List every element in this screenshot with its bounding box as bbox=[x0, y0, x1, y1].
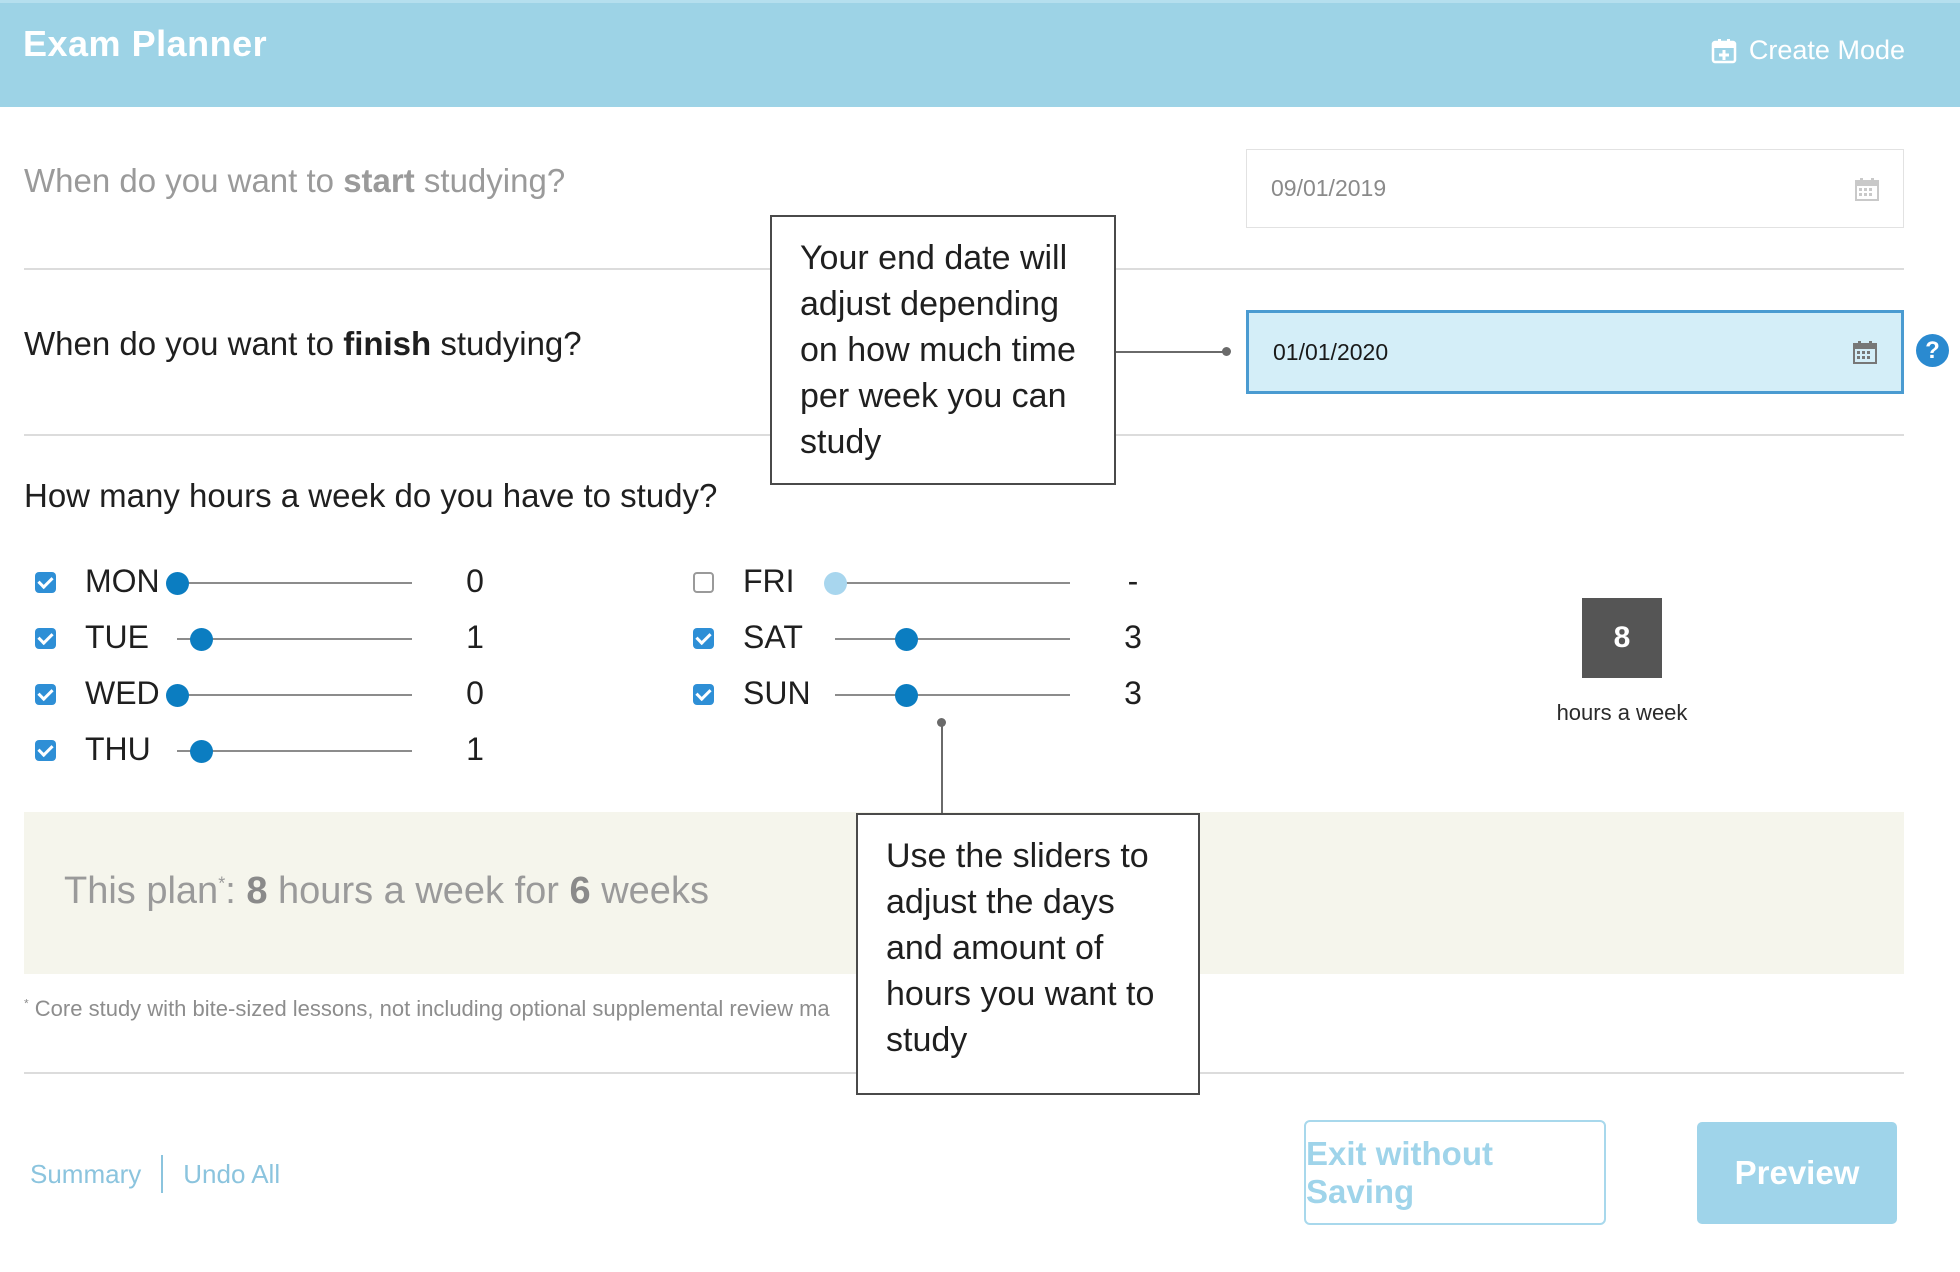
slider-track-mon[interactable] bbox=[177, 582, 412, 584]
sliders-callout: Use the sliders to adjust the days and a… bbox=[856, 813, 1200, 1095]
start-question: When do you want to start studying? bbox=[24, 162, 565, 200]
slider-track-sat[interactable] bbox=[835, 638, 1070, 640]
day-checkbox-mon[interactable] bbox=[35, 572, 56, 593]
callout-connector-line bbox=[941, 723, 943, 814]
slider-thumb-mon[interactable] bbox=[166, 572, 189, 595]
hours-question: How many hours a week do you have to stu… bbox=[24, 477, 718, 514]
day-hours-tue: 1 bbox=[466, 619, 484, 655]
callout-connector-dot bbox=[937, 718, 946, 727]
create-mode-label: Create Mode bbox=[1748, 35, 1905, 65]
footnote-text: Core study with bite-sized lessons, not … bbox=[34, 996, 830, 1021]
slider-track-sun[interactable] bbox=[835, 694, 1070, 696]
app-header: Exam Planner Create Mode bbox=[0, 0, 1960, 107]
day-row-sat: SAT 3 bbox=[693, 617, 1153, 661]
calendar-plus-icon bbox=[1711, 38, 1737, 63]
finish-question-keyword: finish bbox=[343, 325, 432, 362]
slider-thumb-sun[interactable] bbox=[894, 684, 918, 707]
day-hours-mon: 0 bbox=[466, 563, 484, 599]
day-hours-fri: - bbox=[1127, 563, 1139, 599]
finish-date-input[interactable] bbox=[1273, 338, 1793, 366]
finish-question-suffix: studying? bbox=[431, 325, 582, 362]
calendar-icon[interactable] bbox=[1853, 340, 1877, 364]
plan-middle: hours a week for bbox=[267, 870, 570, 912]
plan-colon: : bbox=[225, 870, 247, 912]
end-date-callout: Your end date will adjust depending on h… bbox=[770, 215, 1116, 485]
exit-without-saving-button[interactable]: Exit without Saving bbox=[1304, 1120, 1606, 1225]
slider-thumb-wed[interactable] bbox=[166, 684, 189, 707]
day-label-fri: FRI bbox=[743, 563, 795, 599]
day-row-tue: TUE 1 bbox=[35, 617, 495, 661]
slider-track-wed[interactable] bbox=[177, 694, 412, 696]
callout-connector-line bbox=[1116, 351, 1227, 353]
start-question-keyword: start bbox=[343, 162, 415, 199]
create-mode-toggle[interactable]: Create Mode bbox=[1711, 35, 1905, 66]
slider-thumb-sat[interactable] bbox=[894, 628, 918, 651]
weekly-total-value: 8 bbox=[1582, 598, 1662, 678]
plan-prefix: This plan bbox=[64, 870, 219, 912]
calendar-icon[interactable] bbox=[1855, 177, 1879, 201]
start-date-field[interactable] bbox=[1246, 149, 1904, 228]
plan-hours: 8 bbox=[246, 870, 268, 912]
day-row-thu: THU 1 bbox=[35, 729, 495, 773]
plan-suffix: weeks bbox=[590, 870, 709, 912]
day-label-mon: MON bbox=[85, 563, 160, 599]
footer-links: Summary Undo All bbox=[30, 1155, 280, 1193]
callout-connector-dot bbox=[1222, 347, 1231, 356]
slider-thumb-thu[interactable] bbox=[189, 740, 213, 763]
day-label-sun: SUN bbox=[743, 675, 811, 711]
day-hours-sat: 3 bbox=[1124, 619, 1142, 655]
finish-date-field[interactable] bbox=[1246, 310, 1904, 394]
day-row-wed: WED 0 bbox=[35, 673, 495, 717]
slider-thumb-fri[interactable] bbox=[824, 572, 847, 595]
day-row-mon: MON 0 bbox=[35, 561, 495, 605]
day-label-wed: WED bbox=[85, 675, 160, 711]
weekly-total-label: hours a week bbox=[1556, 700, 1688, 725]
undo-all-link[interactable]: Undo All bbox=[183, 1159, 280, 1190]
day-label-thu: THU bbox=[85, 731, 151, 767]
start-question-prefix: When do you want to bbox=[24, 162, 344, 199]
preview-button[interactable]: Preview bbox=[1697, 1122, 1897, 1224]
finish-question-prefix: When do you want to bbox=[24, 325, 344, 362]
app-title: Exam Planner bbox=[23, 23, 268, 64]
start-date-input[interactable] bbox=[1271, 175, 1791, 202]
day-checkbox-wed[interactable] bbox=[35, 684, 56, 705]
day-checkbox-thu[interactable] bbox=[35, 740, 56, 761]
footnote-marker: * bbox=[24, 996, 29, 1011]
day-label-tue: TUE bbox=[85, 619, 149, 655]
help-icon[interactable]: ? bbox=[1916, 334, 1949, 367]
day-row-fri: FRI - bbox=[693, 561, 1153, 605]
day-checkbox-fri[interactable] bbox=[693, 572, 714, 593]
summary-link[interactable]: Summary bbox=[30, 1159, 141, 1190]
link-separator bbox=[161, 1155, 164, 1193]
day-checkbox-tue[interactable] bbox=[35, 628, 56, 649]
slider-track-fri[interactable] bbox=[835, 582, 1070, 584]
plan-footnote: * Core study with bite-sized lessons, no… bbox=[24, 996, 830, 1022]
slider-thumb-tue[interactable] bbox=[189, 628, 213, 651]
day-checkbox-sat[interactable] bbox=[693, 628, 714, 649]
plan-weeks: 6 bbox=[569, 870, 591, 912]
day-hours-thu: 1 bbox=[466, 731, 484, 767]
finish-question: When do you want to finish studying? bbox=[24, 325, 582, 363]
day-hours-sun: 3 bbox=[1124, 675, 1142, 711]
day-label-sat: SAT bbox=[743, 619, 803, 655]
day-hours-wed: 0 bbox=[466, 675, 484, 711]
day-row-sun: SUN 3 bbox=[693, 673, 1153, 717]
start-question-suffix: studying? bbox=[414, 162, 566, 199]
plan-summary-text: This plan*: 8 hours a week for 6 weeks bbox=[64, 870, 709, 913]
day-checkbox-sun[interactable] bbox=[693, 684, 714, 705]
